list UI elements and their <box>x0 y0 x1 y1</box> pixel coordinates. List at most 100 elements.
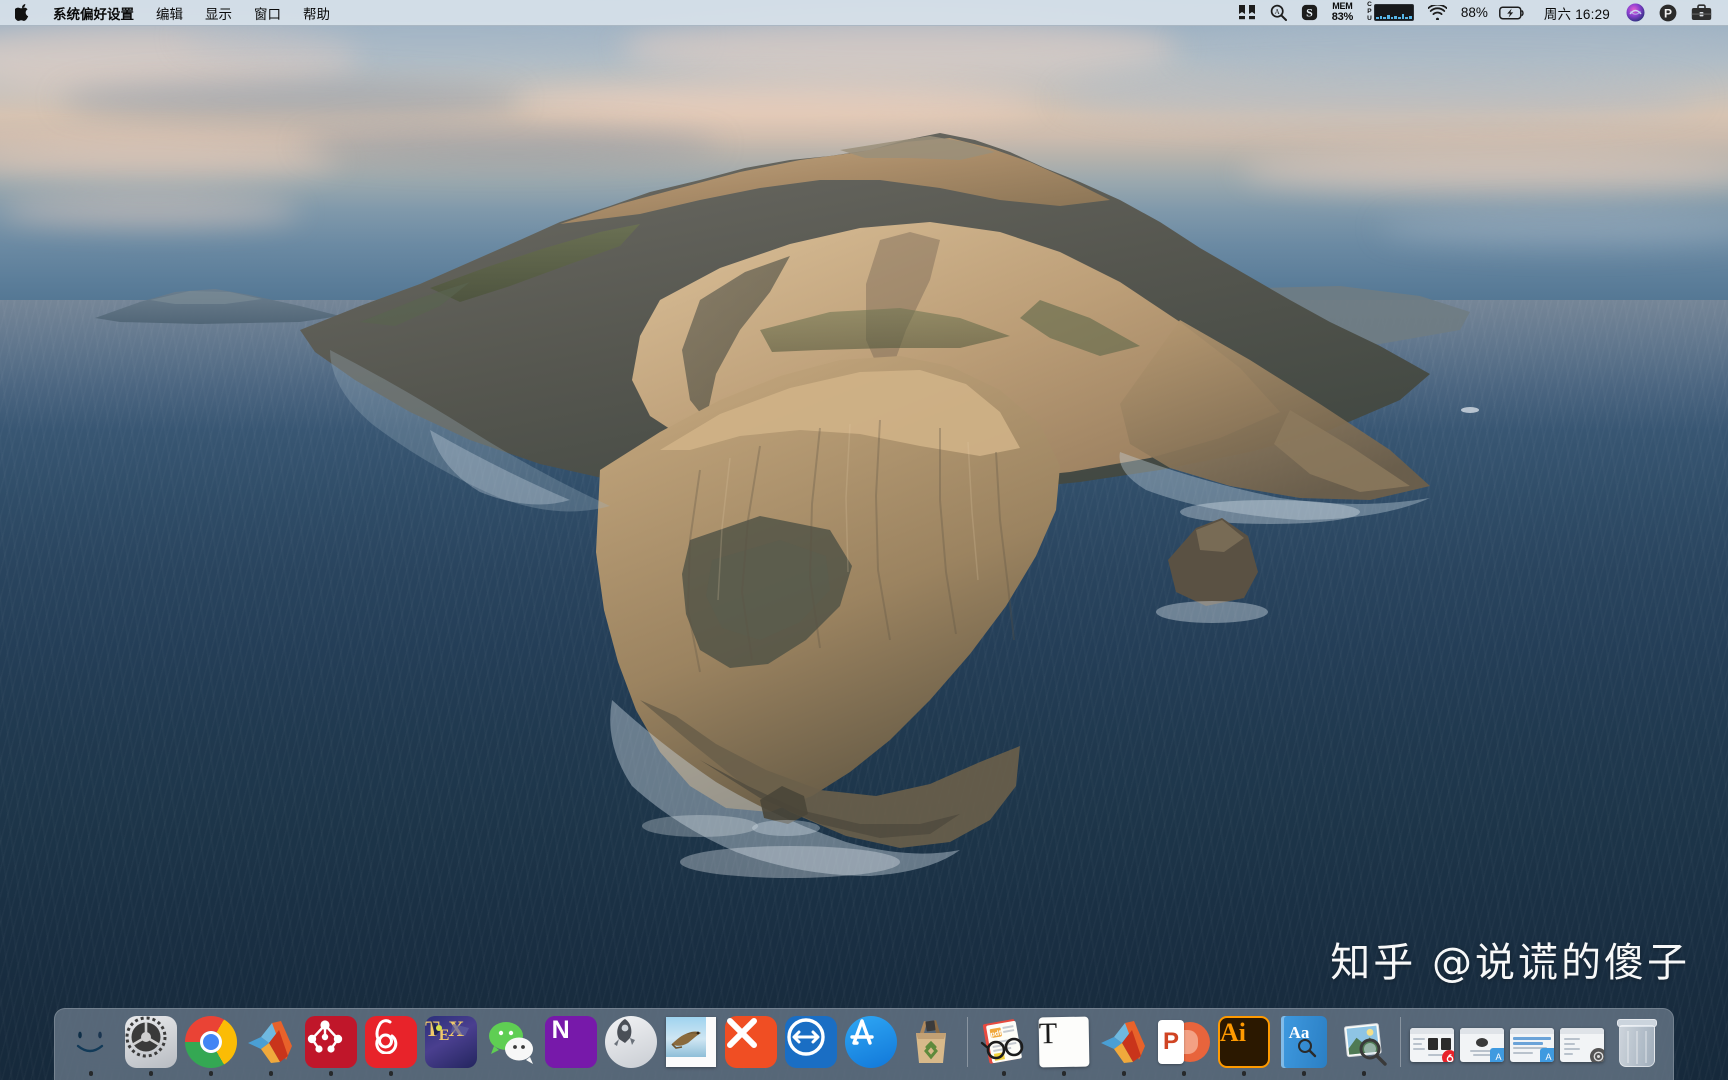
dictionary-icon: Aa <box>1277 1014 1332 1069</box>
wifi-icon[interactable] <box>1421 0 1454 25</box>
dock-item-trash-bag[interactable] <box>901 1013 961 1080</box>
dock-item-matlab[interactable] <box>241 1013 301 1080</box>
apple-logo-icon[interactable] <box>11 0 42 25</box>
dock-item-app-store[interactable] <box>841 1013 901 1080</box>
running-indicator <box>1061 1071 1067 1076</box>
dock-item-trash[interactable] <box>1607 1013 1667 1080</box>
control-center-icon[interactable] <box>1684 0 1719 25</box>
running-indicator <box>388 1071 394 1076</box>
dock-item-minimized-window-4[interactable] <box>1557 1013 1607 1080</box>
parallels-icon[interactable]: P <box>1652 0 1684 25</box>
svg-text:Aa: Aa <box>1289 1023 1310 1042</box>
textedit-icon: T <box>1037 1014 1092 1069</box>
minimized-window-thumbnail <box>1559 1022 1605 1068</box>
dock-separator-2 <box>1400 1017 1401 1067</box>
menu-item-app-name[interactable]: 系统偏好设置 <box>42 0 145 25</box>
dock[interactable]: TEX <box>54 1008 1674 1080</box>
powerpoint-icon: P <box>1157 1014 1212 1069</box>
running-indicator <box>1301 1071 1307 1076</box>
snipaste-icon[interactable]: S <box>1294 0 1325 25</box>
dock-item-onenote[interactable]: N <box>541 1013 601 1080</box>
cpu-usage-indicator[interactable]: CPU <box>1360 0 1421 25</box>
preview-icon: pdf <box>977 1014 1032 1069</box>
matlab-window-icon <box>1097 1014 1152 1069</box>
desktop[interactable]: 知乎 @说谎的傻子 系统偏好设置 编辑 显示 窗口 帮助 A S MEM 83%… <box>0 0 1728 1080</box>
dock-item-powerpoint[interactable]: P <box>1154 1013 1214 1080</box>
teamviewer-icon <box>784 1014 839 1069</box>
battery-percent-label[interactable]: 88% <box>1454 0 1499 25</box>
finder-icon <box>64 1014 119 1069</box>
menu-bar-left: 系统偏好设置 编辑 显示 窗口 帮助 <box>0 0 341 25</box>
preview-photo-icon <box>1337 1014 1392 1069</box>
dock-item-preview[interactable]: pdf <box>974 1013 1034 1080</box>
dock-item-finder[interactable] <box>61 1013 121 1080</box>
illustrator-icon: Ai <box>1217 1014 1272 1069</box>
cpu-label: CPU <box>1367 1 1372 22</box>
texshop-icon: TEX <box>424 1014 479 1069</box>
minimized-window-thumbnail: A <box>1509 1022 1555 1068</box>
dock-item-textedit[interactable]: T <box>1034 1013 1094 1080</box>
running-indicator <box>1121 1071 1127 1076</box>
dock-item-mail[interactable] <box>661 1013 721 1080</box>
siri-icon[interactable] <box>1619 0 1652 25</box>
app-store-icon <box>844 1014 899 1069</box>
running-indicator <box>1001 1071 1007 1076</box>
running-indicator <box>88 1071 94 1076</box>
dock-separator-1 <box>967 1017 968 1067</box>
memory-usage-indicator[interactable]: MEM 83% <box>1325 0 1360 25</box>
dock-item-preview-photo[interactable] <box>1334 1013 1394 1080</box>
mathematica-icon <box>304 1014 359 1069</box>
mem-value: 83% <box>1331 11 1354 23</box>
dock-item-minimized-window-1[interactable] <box>1407 1013 1457 1080</box>
dock-item-illustrator[interactable]: Ai <box>1214 1013 1274 1080</box>
running-indicator <box>1181 1071 1187 1076</box>
running-indicator <box>1361 1071 1367 1076</box>
system-preferences-icon <box>124 1014 179 1069</box>
dock-item-minimized-window-2[interactable]: A <box>1457 1013 1507 1080</box>
dock-item-google-chrome[interactable] <box>181 1013 241 1080</box>
watermark-text: 知乎 @说谎的傻子 <box>1330 940 1690 986</box>
dock-item-matlab-window[interactable] <box>1094 1013 1154 1080</box>
battery-percent-text: 88% <box>1460 5 1488 20</box>
bartender-icon[interactable] <box>1231 0 1263 25</box>
running-indicator <box>268 1071 274 1076</box>
cpu-graph <box>1373 4 1414 21</box>
dock-item-dictionary[interactable]: Aa <box>1274 1013 1334 1080</box>
battery-charging-icon[interactable] <box>1498 0 1532 25</box>
menu-bar-status-area: A S MEM 83% CPU 88% 周六 16:29 P <box>1231 0 1728 25</box>
dock-item-wechat[interactable] <box>481 1013 541 1080</box>
dock-item-texshop[interactable]: TEX <box>421 1013 481 1080</box>
dock-item-teamviewer[interactable] <box>781 1013 841 1080</box>
island-landmass <box>0 0 1728 920</box>
running-indicator <box>1241 1071 1247 1076</box>
menu-item-view[interactable]: 显示 <box>194 0 243 25</box>
mail-stamp-icon <box>664 1014 719 1069</box>
matlab-icon <box>244 1014 299 1069</box>
svg-text:A: A <box>1274 8 1279 16</box>
google-chrome-icon <box>184 1014 239 1069</box>
mem-label: MEM <box>1332 1 1353 11</box>
alfred-search-icon[interactable]: A <box>1263 0 1294 25</box>
running-indicator <box>208 1071 214 1076</box>
dock-item-launchpad[interactable] <box>601 1013 661 1080</box>
dock-item-system-preferences[interactable] <box>121 1013 181 1080</box>
launchpad-icon <box>604 1014 659 1069</box>
wechat-icon <box>484 1014 539 1069</box>
menu-item-window[interactable]: 窗口 <box>243 0 292 25</box>
menu-bar[interactable]: 系统偏好设置 编辑 显示 窗口 帮助 A S MEM 83% C P U 88%… <box>0 0 1728 26</box>
netease-music-icon <box>364 1014 419 1069</box>
trash-icon <box>1610 1014 1665 1069</box>
dock-item-netease-music[interactable] <box>361 1013 421 1080</box>
running-indicator <box>328 1071 334 1076</box>
svg-text:P: P <box>1664 6 1672 20</box>
xmind-icon <box>724 1014 779 1069</box>
dock-item-xmind[interactable] <box>721 1013 781 1080</box>
onenote-icon: N <box>544 1014 599 1069</box>
running-indicator <box>148 1071 154 1076</box>
dock-item-mathematica[interactable] <box>301 1013 361 1080</box>
menu-bar-clock[interactable]: 周六 16:29 <box>1532 0 1619 25</box>
menu-item-help[interactable]: 帮助 <box>292 0 341 25</box>
dock-item-minimized-window-3[interactable]: A <box>1507 1013 1557 1080</box>
trash-bag-icon <box>904 1014 959 1069</box>
menu-item-edit[interactable]: 编辑 <box>145 0 194 25</box>
